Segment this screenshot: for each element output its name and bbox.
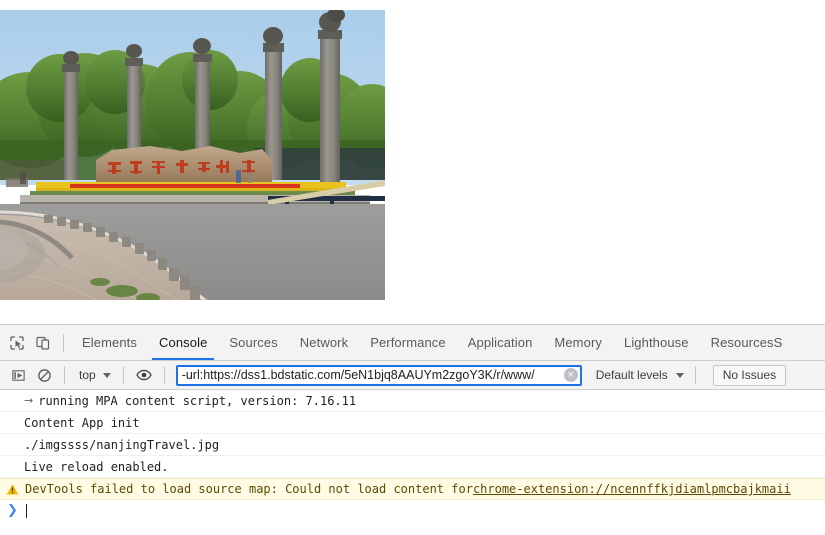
toolbar-divider-1 bbox=[64, 366, 65, 384]
log-levels-label: Default levels bbox=[595, 368, 668, 382]
console-message-text: Content App init bbox=[24, 415, 140, 430]
tabbar-divider bbox=[63, 333, 64, 352]
tab-lighthouse[interactable]: Lighthouse bbox=[613, 325, 700, 360]
clear-filter-icon[interactable]: × bbox=[563, 368, 578, 382]
tab-network[interactable]: Network bbox=[289, 325, 359, 360]
device-toolbar-icon[interactable] bbox=[30, 330, 56, 356]
campus-gate-photo-graphic bbox=[0, 10, 385, 300]
console-prompt[interactable]: ❯ bbox=[0, 500, 825, 522]
issues-button[interactable]: No Issues bbox=[712, 364, 787, 386]
eye-icon-glyph bbox=[136, 369, 152, 381]
clear-console-icon[interactable] bbox=[31, 362, 57, 388]
warning-triangle-icon bbox=[6, 483, 19, 496]
console-message-row[interactable]: → running MPA content script, version: 7… bbox=[0, 390, 825, 412]
log-levels-select[interactable]: Default levels bbox=[590, 366, 688, 384]
inspect-element-glyph bbox=[10, 335, 24, 350]
text-cursor bbox=[25, 504, 27, 518]
log-arrow-icon: → bbox=[24, 394, 34, 407]
warning-triangle-glyph bbox=[6, 483, 19, 495]
clear-console-glyph bbox=[37, 368, 51, 382]
console-warning-row[interactable]: DevTools failed to load source map: Coul… bbox=[0, 478, 825, 500]
nanjing-travel-photo bbox=[0, 10, 385, 300]
execute-snippet-glyph bbox=[11, 369, 25, 381]
console-message-text: ./imgssss/nanjingTravel.jpg bbox=[24, 437, 220, 452]
console-message-text: Live reload enabled. bbox=[24, 459, 169, 474]
toolbar-divider-4 bbox=[694, 366, 696, 384]
tab-resources-saver[interactable]: ResourcesS bbox=[700, 325, 794, 360]
device-toolbar-glyph bbox=[36, 336, 50, 350]
console-warning-text: DevTools failed to load source map: Coul… bbox=[25, 482, 473, 496]
console-message-row[interactable]: Live reload enabled. bbox=[0, 456, 825, 478]
execution-context-select[interactable]: top bbox=[72, 366, 116, 384]
live-expression-icon[interactable] bbox=[131, 362, 157, 388]
tab-application[interactable]: Application bbox=[457, 325, 544, 360]
toolbar-divider-3 bbox=[163, 366, 165, 384]
console-filter-input[interactable]: -url:https://dss1.bdstatic.com/5eN1bjq8A… bbox=[175, 364, 582, 386]
tab-console[interactable]: Console bbox=[148, 325, 218, 360]
chevron-down-icon bbox=[102, 372, 111, 378]
browser-window: Elements Console Sources Network Perform… bbox=[0, 0, 825, 535]
tab-elements[interactable]: Elements bbox=[71, 325, 148, 360]
tab-performance[interactable]: Performance bbox=[359, 325, 457, 360]
pillar-1 bbox=[62, 51, 80, 180]
console-output: → running MPA content script, version: 7… bbox=[0, 390, 825, 534]
devtools-panel: Elements Console Sources Network Perform… bbox=[0, 324, 825, 535]
prompt-chevron-icon: ❯ bbox=[7, 503, 18, 518]
tab-memory[interactable]: Memory bbox=[543, 325, 613, 360]
source-map-link[interactable]: chrome-extension://ncennffkjdiamlpmcbajk… bbox=[473, 482, 791, 496]
console-message-row[interactable]: Content App init bbox=[0, 412, 825, 434]
console-message-row[interactable]: ./imgssss/nanjingTravel.jpg bbox=[0, 434, 825, 456]
toolbar-divider-2 bbox=[122, 366, 124, 384]
page-viewport bbox=[0, 0, 825, 324]
console-toolbar: top -url:https://dss1.bdstatic.com/5eN1b… bbox=[0, 361, 825, 390]
chevron-down-icon-levels bbox=[675, 372, 684, 378]
devtools-tabbar: Elements Console Sources Network Perform… bbox=[0, 325, 825, 361]
tab-sources[interactable]: Sources bbox=[218, 325, 288, 360]
execution-context-label: top bbox=[79, 368, 96, 382]
console-message-text: running MPA content script, version: 7.1… bbox=[38, 393, 357, 408]
console-filter-value: -url:https://dss1.bdstatic.com/5eN1bjq8A… bbox=[181, 367, 535, 382]
inspect-element-icon[interactable] bbox=[4, 330, 30, 356]
execute-snippet-icon[interactable] bbox=[5, 362, 31, 388]
